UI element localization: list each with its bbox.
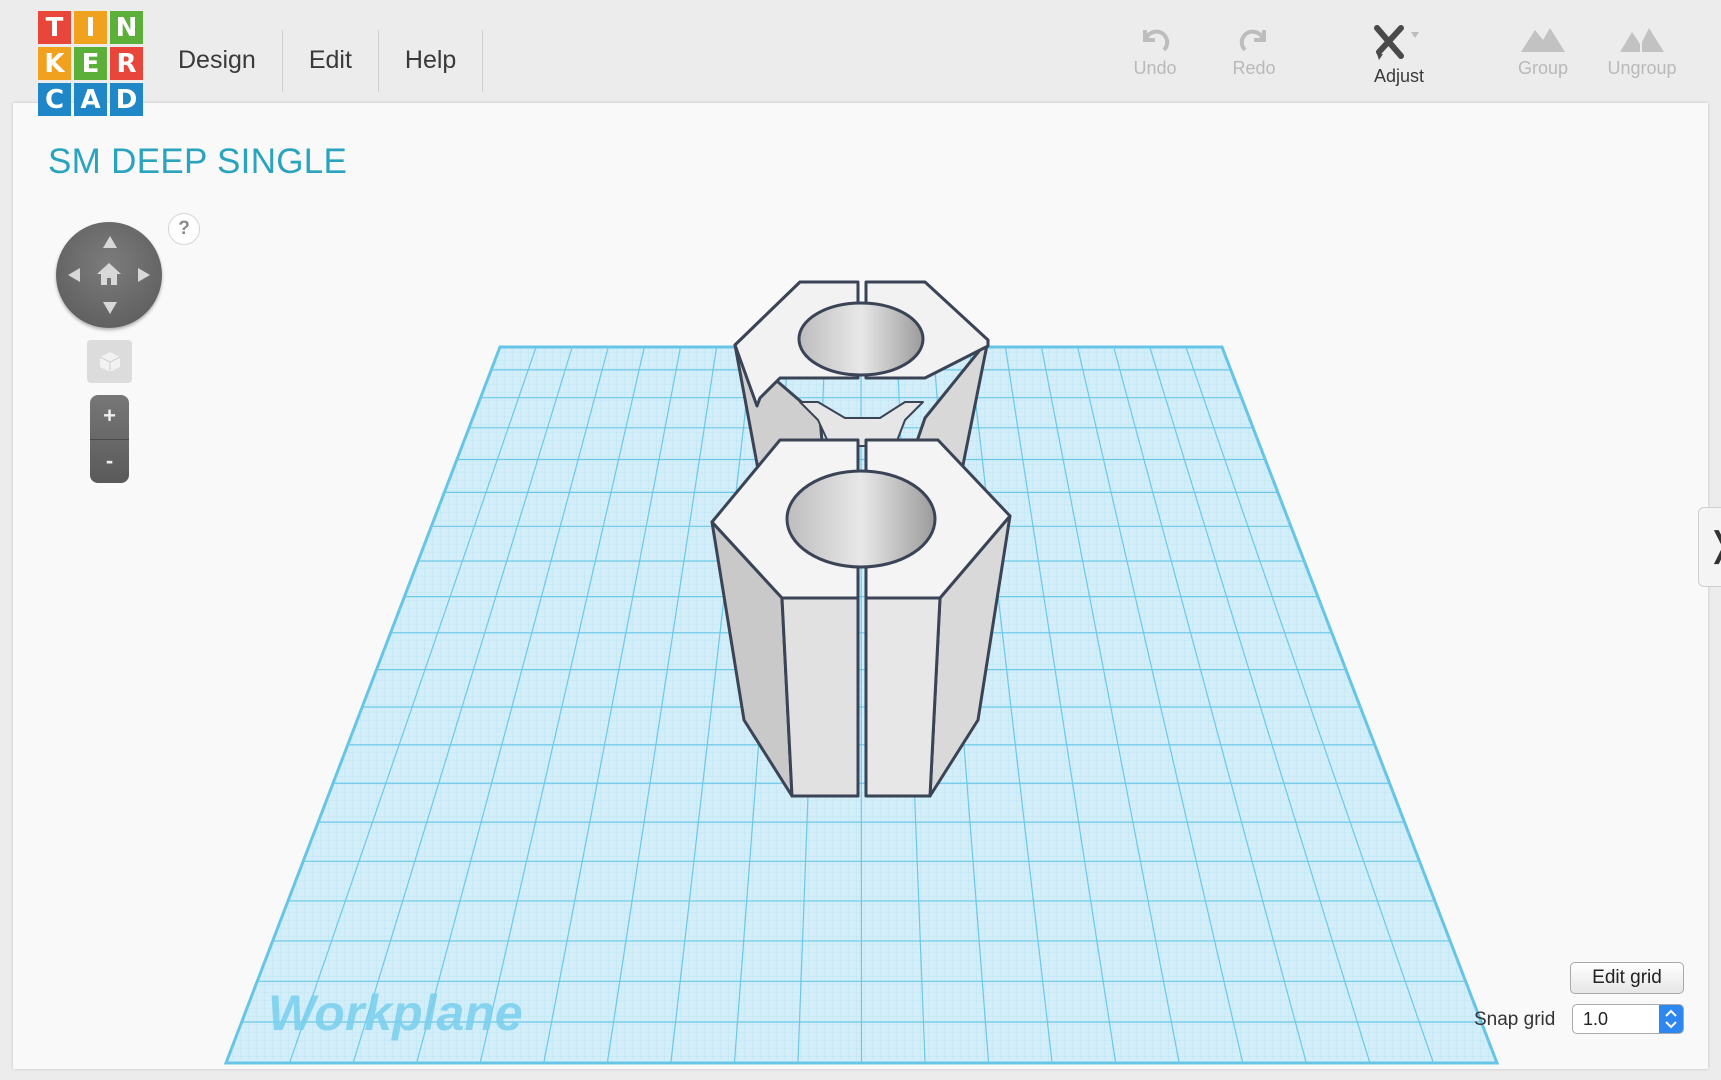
cube-icon [99, 351, 120, 372]
logo-letter: A [74, 83, 107, 116]
edit-grid-button[interactable]: Edit grid [1570, 962, 1684, 994]
logo-letter: C [38, 83, 71, 116]
logo-letter: D [110, 83, 143, 116]
orbit-control[interactable] [56, 222, 162, 328]
logo-letter: T [38, 11, 71, 44]
zoom-control: + - [90, 395, 129, 483]
design-title[interactable]: SM DEEP SINGLE [48, 142, 347, 182]
tinkercad-logo[interactable]: T I N K E R C A D [38, 11, 143, 116]
arrow-left-icon[interactable] [68, 268, 80, 282]
arrow-up-icon[interactable] [103, 236, 117, 248]
home-icon[interactable] [96, 262, 122, 291]
logo-letter: E [74, 47, 107, 80]
view-cube-button[interactable] [87, 340, 132, 383]
logo-letter: K [38, 47, 71, 80]
snap-grid-label: Snap grid [1474, 1009, 1556, 1030]
snap-grid-value: 1.0 [1583, 1009, 1609, 1029]
chevron-right-icon: ❭ [1706, 528, 1721, 562]
workplane-label: Workplane [268, 985, 523, 1041]
arrow-down-icon[interactable] [103, 302, 117, 314]
side-panel-toggle[interactable]: ❭ [1698, 507, 1721, 587]
logo-letter: R [110, 47, 143, 80]
logo-letter: N [110, 11, 143, 44]
help-button[interactable]: ? [168, 213, 200, 245]
snap-grid-select[interactable]: 1.0 [1572, 1004, 1684, 1034]
arrow-right-icon[interactable] [138, 268, 150, 282]
logo-letter: I [74, 11, 107, 44]
workplane[interactable]: Workplane [223, 345, 1500, 1065]
zoom-out-button[interactable]: - [90, 440, 129, 484]
select-stepper-icon[interactable] [1659, 1005, 1683, 1033]
zoom-in-button[interactable]: + [90, 395, 129, 440]
